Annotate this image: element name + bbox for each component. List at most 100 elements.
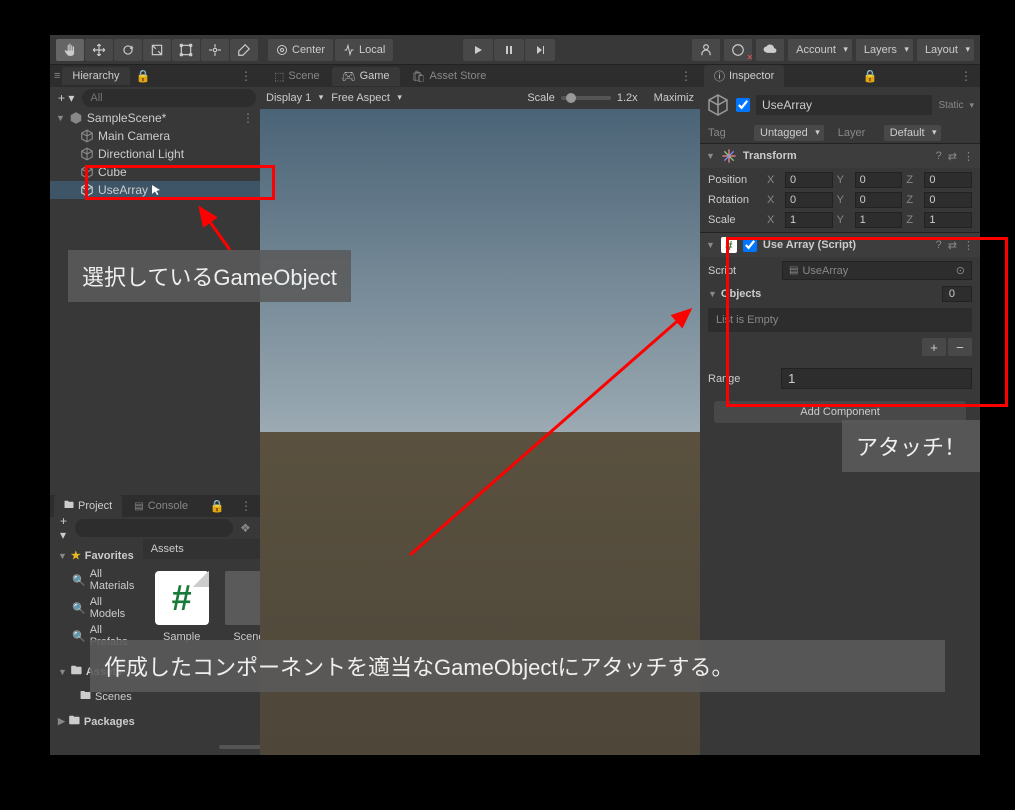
- rotation-label: Rotation: [708, 194, 763, 206]
- scale-y-input[interactable]: [855, 212, 903, 228]
- asset-store-tab[interactable]: 🛍Asset Store: [402, 67, 497, 86]
- cloud-button[interactable]: [756, 39, 784, 61]
- add-component-button[interactable]: Add Component: [714, 401, 966, 423]
- folder-icon: 🖿: [64, 498, 74, 515]
- remove-element-button[interactable]: −: [948, 338, 972, 356]
- transform-component: ▼ Transform ?⇄⋮ Position X Y Z R: [700, 143, 980, 232]
- help-icon[interactable]: ?: [936, 150, 942, 163]
- scene-tab[interactable]: ⬚Scene: [264, 67, 330, 86]
- scale-tool[interactable]: [143, 39, 171, 61]
- aspect-dropdown[interactable]: Free Aspect: [331, 92, 402, 104]
- layer-dropdown[interactable]: Default: [884, 125, 941, 141]
- display-dropdown[interactable]: Display 1: [266, 92, 323, 104]
- gameobject-active-checkbox[interactable]: [736, 98, 750, 112]
- panel-menu-icon[interactable]: ⋮: [956, 69, 976, 83]
- console-icon: ▤: [134, 501, 143, 512]
- pivot-rotation-button[interactable]: Local: [335, 39, 393, 61]
- folder-icon: 🖿: [71, 662, 82, 681]
- panel-menu-icon[interactable]: ⋮: [676, 69, 696, 83]
- list-empty-message: List is Empty: [708, 308, 972, 332]
- panel-lock-icon[interactable]: 🔒: [859, 69, 882, 83]
- account-dropdown[interactable]: Account: [788, 39, 852, 61]
- static-label[interactable]: Static: [938, 100, 963, 111]
- help-icon[interactable]: ?: [936, 239, 942, 252]
- gameobject-icon: [80, 165, 94, 179]
- expand-arrow-icon[interactable]: ▼: [706, 151, 715, 161]
- create-button[interactable]: + ▾: [54, 91, 78, 105]
- position-x-input[interactable]: [785, 172, 833, 188]
- hierarchy-item-camera[interactable]: Main Camera: [50, 127, 260, 145]
- layers-dropdown[interactable]: Layers: [856, 39, 913, 61]
- rotation-z-input[interactable]: [924, 192, 972, 208]
- asset-sample-script[interactable]: # Sample: [155, 571, 209, 657]
- scene-name: SampleScene*: [87, 111, 166, 125]
- scenes-folder[interactable]: 🖿Scenes: [54, 685, 139, 708]
- favorites-section[interactable]: ▼ ★ Favorites: [54, 545, 139, 566]
- position-y-input[interactable]: [855, 172, 903, 188]
- assets-folder[interactable]: ▼ 🖿 Assets: [54, 658, 139, 685]
- main-toolbar: Center Local ✕ Account Layers Layout: [50, 35, 980, 65]
- favorite-item[interactable]: 🔍All Prefabs: [54, 622, 139, 650]
- scene-menu-icon[interactable]: ⋮: [242, 111, 254, 125]
- array-size-field[interactable]: 0: [942, 286, 972, 302]
- move-tool[interactable]: [85, 39, 113, 61]
- component-enabled-checkbox[interactable]: [743, 238, 757, 252]
- panel-lock-icon[interactable]: 🔒: [132, 69, 155, 83]
- inspector-tab[interactable]: ⓘInspector: [704, 65, 784, 87]
- services-button[interactable]: ✕: [724, 39, 752, 61]
- game-tab[interactable]: 🎮︎Game: [332, 67, 400, 86]
- expand-arrow-icon[interactable]: ▼: [708, 289, 717, 299]
- expand-arrow-icon[interactable]: ▼: [706, 240, 715, 250]
- object-picker-icon[interactable]: ⊙: [956, 264, 965, 277]
- pivot-mode-label: Center: [292, 44, 325, 56]
- panel-menu-icon[interactable]: ⋮: [236, 499, 256, 513]
- hand-tool[interactable]: [56, 39, 84, 61]
- play-button[interactable]: [463, 39, 493, 61]
- maximize-label[interactable]: Maximiz: [654, 92, 694, 104]
- rotation-y-input[interactable]: [855, 192, 903, 208]
- component-menu-icon[interactable]: ⋮: [963, 239, 974, 252]
- custom-tool[interactable]: [230, 39, 258, 61]
- panel-menu-icon[interactable]: ⋮: [236, 69, 256, 83]
- hierarchy-item-usearray[interactable]: UseArray: [50, 181, 260, 199]
- scale-x-input[interactable]: [785, 212, 833, 228]
- pivot-mode-button[interactable]: Center: [268, 39, 333, 61]
- tag-dropdown[interactable]: Untagged: [754, 125, 824, 141]
- hierarchy-tab[interactable]: Hierarchy: [62, 67, 129, 85]
- hierarchy-search[interactable]: [82, 89, 256, 107]
- console-tab[interactable]: ▤Console: [124, 497, 198, 515]
- project-create-button[interactable]: + ▾: [56, 514, 71, 542]
- position-z-input[interactable]: [924, 172, 972, 188]
- favorite-item[interactable]: 🔍All Models: [54, 594, 139, 622]
- preset-icon[interactable]: ⇄: [948, 150, 957, 163]
- script-reference-field[interactable]: ▤UseArray⊙: [782, 261, 972, 280]
- gameobject-name-input[interactable]: [756, 95, 932, 115]
- rotate-tool[interactable]: [114, 39, 142, 61]
- pause-button[interactable]: [494, 39, 524, 61]
- script-field-label: Script: [708, 265, 778, 277]
- hierarchy-item-light[interactable]: Directional Light: [50, 145, 260, 163]
- search-by-type-icon[interactable]: ❖: [237, 521, 254, 535]
- favorite-item[interactable]: 🔍All Materials: [54, 566, 139, 594]
- range-input[interactable]: [781, 368, 972, 389]
- rect-tool[interactable]: [172, 39, 200, 61]
- rotation-x-input[interactable]: [785, 192, 833, 208]
- expand-arrow-icon[interactable]: ▼: [56, 113, 65, 123]
- panel-lock-icon[interactable]: 🔒: [206, 499, 229, 513]
- layout-dropdown[interactable]: Layout: [917, 39, 974, 61]
- project-search-input[interactable]: [75, 519, 233, 537]
- position-label: Position: [708, 174, 763, 186]
- asset-store-icon: 🛍: [412, 70, 426, 83]
- packages-folder[interactable]: ▶ 🖿 Packages: [54, 708, 139, 735]
- scale-slider[interactable]: [561, 96, 611, 100]
- scene-item[interactable]: ▼ SampleScene* ⋮: [50, 109, 260, 127]
- collab-button[interactable]: [692, 39, 720, 61]
- game-view[interactable]: [260, 109, 700, 755]
- component-menu-icon[interactable]: ⋮: [963, 150, 974, 163]
- step-button[interactable]: [525, 39, 555, 61]
- add-element-button[interactable]: +: [922, 338, 946, 356]
- scale-z-input[interactable]: [924, 212, 972, 228]
- preset-icon[interactable]: ⇄: [948, 239, 957, 252]
- transform-tool[interactable]: [201, 39, 229, 61]
- hierarchy-item-cube[interactable]: Cube: [50, 163, 260, 181]
